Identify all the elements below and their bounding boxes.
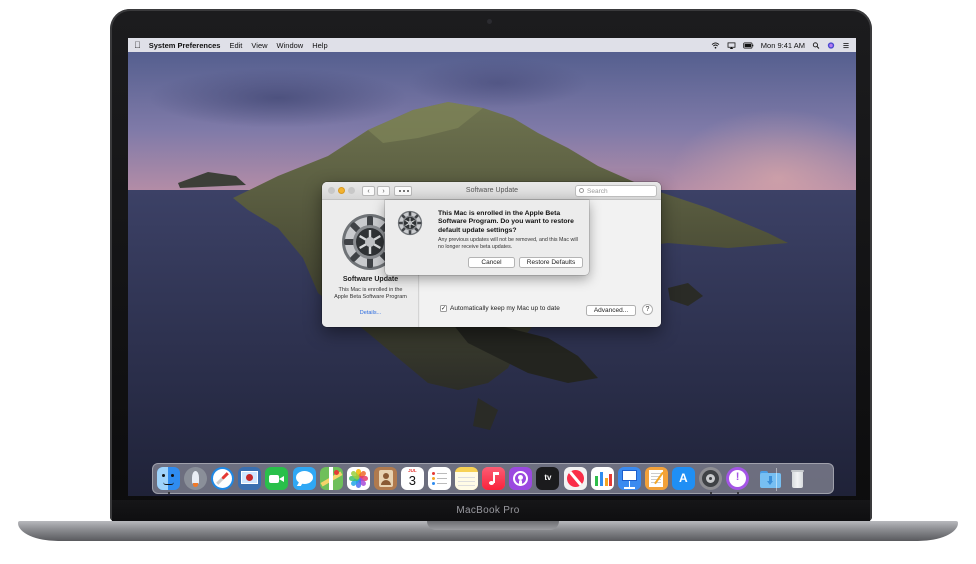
menu-bar:  System Preferences Edit View Window He… [128,38,856,52]
maps-icon[interactable] [319,467,343,490]
finder-icon[interactable] [157,467,180,490]
sheet-title: This Mac is enrolled in the Apple Beta S… [438,210,574,234]
forward-button[interactable]: › [377,186,390,196]
dock: JUL 3 tv A! [152,463,834,494]
messages-icon[interactable] [292,467,316,490]
auto-update-row[interactable]: ✓ Automatically keep my Mac up to date [440,305,560,312]
details-link[interactable]: Details... [322,310,419,316]
running-indicator [709,492,712,494]
podcasts-icon[interactable] [509,467,533,490]
auto-update-label: Automatically keep my Mac up to date [450,305,560,312]
menu-clock[interactable]: Mon 9:41 AM [761,41,805,50]
model-label: MacBook Pro [456,505,520,516]
close-button[interactable] [328,187,335,194]
keynote-icon[interactable] [617,467,641,490]
back-button[interactable]: ‹ [362,186,375,196]
menu-app-name[interactable]: System Preferences [149,41,221,50]
help-button[interactable]: ? [642,304,653,315]
safari-icon[interactable] [211,467,235,490]
facetime-icon[interactable] [265,467,289,490]
system-preferences-icon[interactable] [699,467,722,490]
chevron-left-icon: ‹ [367,188,370,195]
pages-icon[interactable] [644,467,668,490]
running-indicator [736,492,739,494]
menu-edit[interactable]: Edit [229,41,242,50]
search-input[interactable]: Search [575,185,657,197]
apple-tv-icon: tv [544,473,552,482]
chevron-right-icon: › [382,188,385,195]
app-store-icon[interactable]: A [671,467,695,490]
contacts-icon[interactable] [373,467,397,490]
siri-icon[interactable] [827,41,835,49]
reminders-icon[interactable] [428,467,451,490]
camera-icon [487,19,492,24]
advanced-button[interactable]: Advanced... [586,305,636,316]
auto-update-checkbox[interactable]: ✓ [440,305,447,312]
window-title: Software Update [465,187,519,194]
calendar-day: 3 [408,473,416,488]
news-icon[interactable] [563,467,587,490]
battery-icon[interactable] [743,41,754,49]
feedback-assistant-icon[interactable]: ! [726,467,750,490]
zoom-button[interactable] [348,187,355,194]
sheet-body: Any previous updates will not be removed… [438,237,578,250]
photos-icon[interactable] [346,467,370,490]
laptop-notch [427,521,559,530]
search-icon [579,188,584,193]
sidebar-title: Software Update [342,276,399,283]
window-titlebar: ‹ › Software Update Search [322,182,661,200]
downloads-folder-icon[interactable] [759,467,782,490]
menu-view[interactable]: View [251,41,267,50]
airplay-icon[interactable] [727,41,736,49]
software-update-gear-icon [397,210,423,236]
tv-icon[interactable]: tv [536,467,560,490]
photo-booth-icon[interactable] [238,467,262,490]
sidebar-description: This Mac is enrolled in the Apple Beta S… [334,287,407,300]
restore-defaults-button[interactable]: Restore Defaults [519,257,583,268]
notification-center-icon[interactable] [842,42,850,49]
show-all-button[interactable] [394,186,412,196]
apple-menu-icon[interactable]:  [134,40,141,50]
screen:  System Preferences Edit View Window He… [128,38,856,496]
search-placeholder: Search [587,188,608,195]
trash-icon[interactable] [786,467,809,490]
calendar-icon[interactable]: JUL 3 [400,467,424,490]
restore-defaults-sheet: This Mac is enrolled in the Apple Beta S… [385,200,589,275]
numbers-icon[interactable] [590,467,614,490]
wifi-icon[interactable] [711,41,720,49]
dock-separator [776,468,777,491]
notes-icon[interactable] [455,467,479,490]
music-icon[interactable] [482,467,506,490]
running-indicator [167,492,170,494]
spotlight-search-icon[interactable] [812,41,820,49]
minimize-button[interactable] [338,187,345,194]
cancel-button[interactable]: Cancel [468,257,515,268]
menu-help[interactable]: Help [312,41,327,50]
launchpad-icon[interactable] [184,467,208,490]
menu-window[interactable]: Window [277,41,304,50]
